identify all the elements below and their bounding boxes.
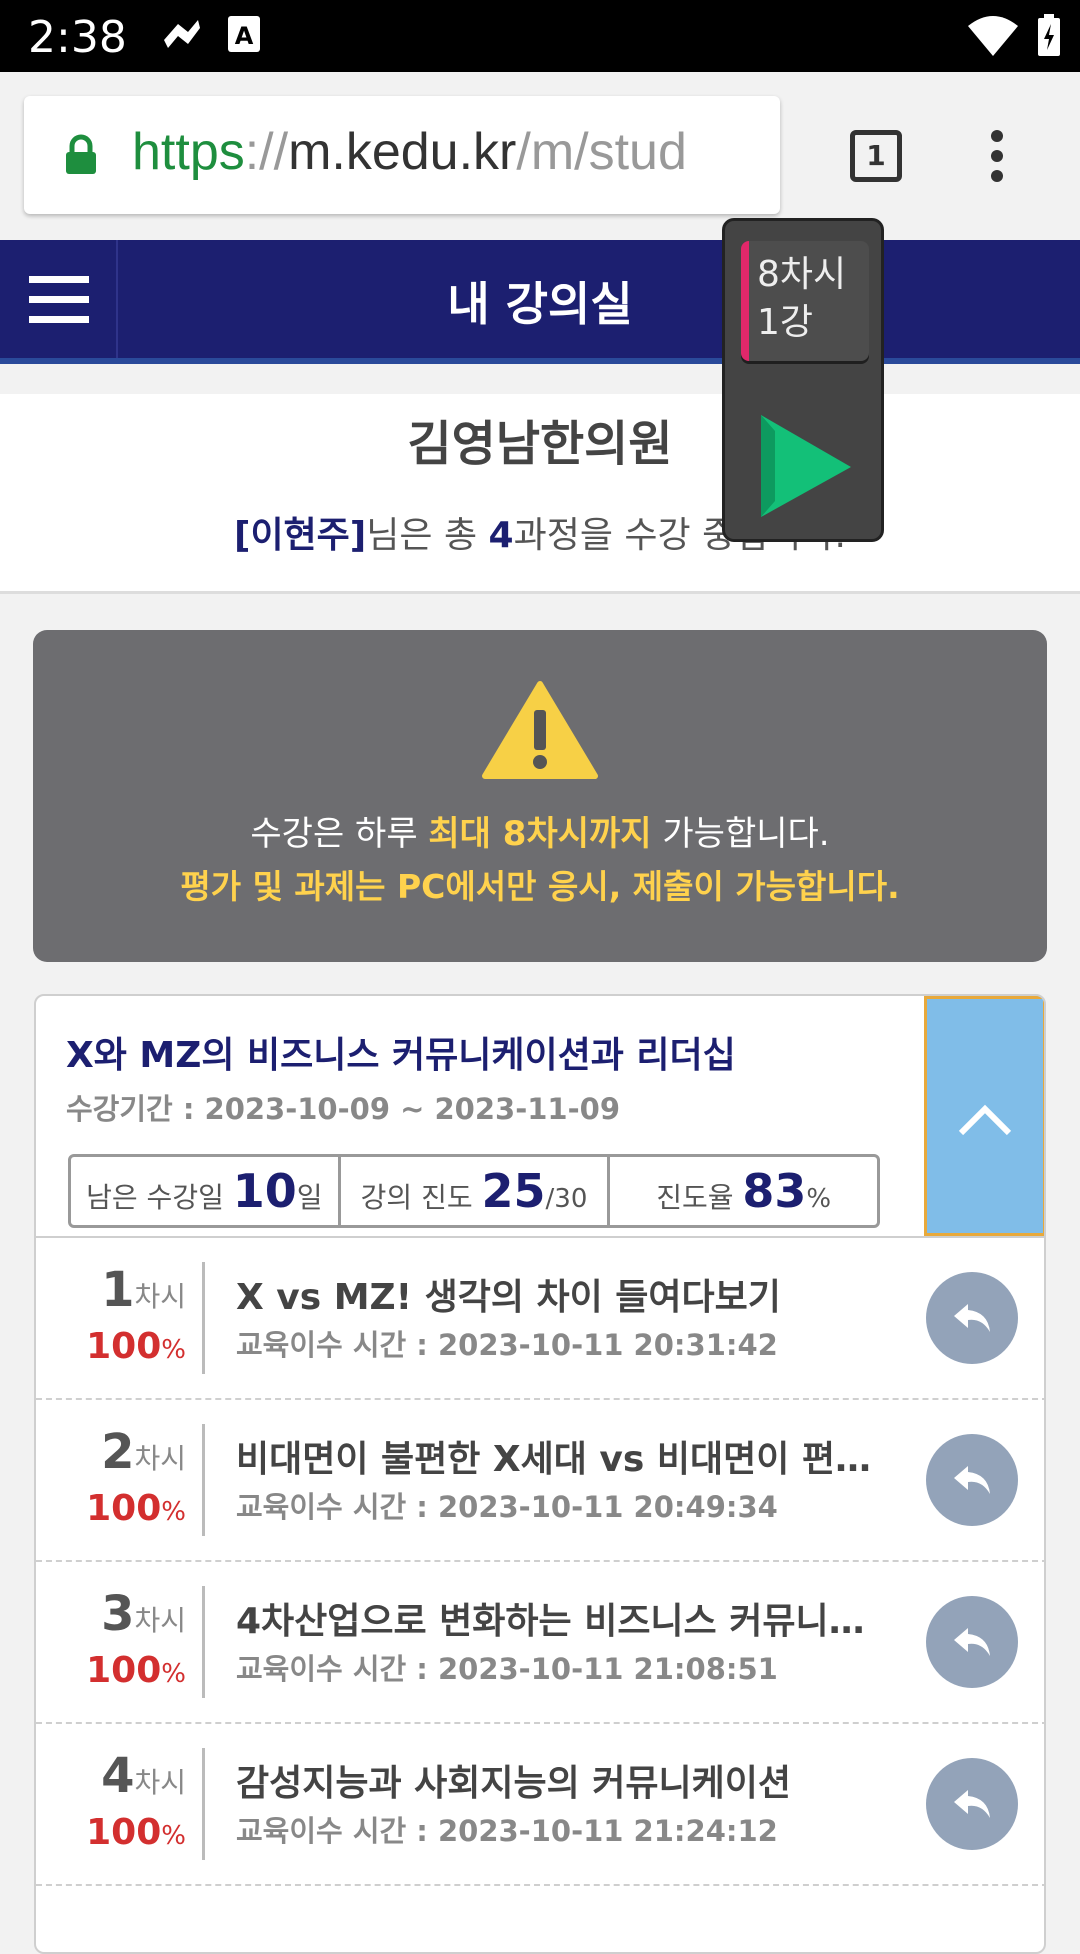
lock-icon [64,134,98,180]
course-stats: 남은 수강일 10일 강의 진도 25/30 진도율 83% [68,1154,880,1228]
notice-box: 수강은 하루 최대 8차시까지 가능합니다. 평가 및 과제는 PC에서만 응시… [33,630,1047,962]
reply-arrow-icon [954,1304,990,1332]
divider [202,1262,205,1374]
lesson-number: 2 [101,1424,135,1480]
reply-arrow-icon [954,1466,990,1494]
progress-rate: 진도율 83% [656,1164,832,1218]
course-period: 수강기간 : 2023-10-09 ~ 2023-11-09 [66,1092,620,1126]
user-info-panel: 김영남한의원 [이현주]님은 총 4과정을 수강 중입니다. [0,394,1080,594]
organization-name: 김영남한의원 [407,416,673,472]
collapse-button[interactable] [924,996,1044,1236]
app-header: 내 강의실 [0,240,1080,364]
lesson-item[interactable]: 2차시 100% 비대면이 불편한 X세대 vs 비대면이 편한 MZ세대 교육… [36,1400,1044,1562]
enrollment-summary: [이현주]님은 총 4과정을 수강 중입니다. [233,515,846,556]
notice-line-1: 수강은 하루 최대 8차시까지 가능합니다. [250,814,830,854]
replay-button[interactable] [926,1434,1018,1526]
course-count: 4 [488,515,514,556]
lesson-percent: 100% [86,1650,186,1691]
divider [202,1424,205,1536]
lesson-title: 4차산업으로 변화하는 비즈니스 커뮤니케이션 [236,1601,876,1642]
status-time: 2:38 [28,12,127,63]
notice-line-2: 평가 및 과제는 PC에서만 응시, 제출이 가능합니다. [180,867,900,906]
reply-arrow-icon [954,1790,990,1818]
status-bar: 2:38 A [0,0,1080,72]
chevron-up-icon [958,1104,1012,1136]
lesson-time: 교육이수 시간 : 2023-10-11 20:31:42 [236,1328,778,1362]
user-name: [이현주] [233,515,367,556]
course-title[interactable]: X와 MZ의 비즈니스 커뮤니케이션과 리더십 [66,1026,736,1078]
floating-player[interactable]: 8차시 1강 [722,218,884,542]
game-controller-icon [158,14,204,62]
page-title: 내 강의실 [447,277,633,331]
lesson-time: 교육이수 시간 : 2023-10-11 20:49:34 [236,1490,778,1524]
url-bar[interactable]: https://m.kedu.kr/m/stud [24,96,780,214]
lesson-list: 1차시 100% X vs MZ! 생각의 차이 들여다보기 교육이수 시간 :… [36,1236,1044,1886]
reply-arrow-icon [954,1628,990,1656]
lesson-item[interactable]: 3차시 100% 4차산업으로 변화하는 비즈니스 커뮤니케이션 교육이수 시간… [36,1562,1044,1724]
replay-button[interactable] [926,1596,1018,1688]
lesson-title: 비대면이 불편한 X세대 vs 비대면이 편한 MZ세대 [236,1439,876,1480]
remaining-days: 남은 수강일 10일 [71,1157,341,1225]
lesson-percent: 100% [86,1812,186,1853]
play-icon[interactable] [755,411,855,525]
battery-charging-icon [1036,14,1062,62]
current-lesson-chip[interactable]: 8차시 1강 [741,241,869,361]
tab-switcher-button[interactable]: 1 [850,130,902,182]
wifi-icon [966,14,1020,62]
lesson-title: X vs MZ! 생각의 차이 들여다보기 [236,1277,781,1318]
url-text: https://m.kedu.kr/m/stud [132,123,687,181]
svg-text:A: A [235,22,254,50]
lesson-number: 4 [101,1748,135,1804]
lesson-time: 교육이수 시간 : 2023-10-11 21:24:12 [236,1814,778,1848]
lesson-number: 3 [101,1586,135,1642]
font-a-icon: A [226,14,262,58]
browser-toolbar: https://m.kedu.kr/m/stud 1 [0,72,1080,240]
divider [202,1748,205,1860]
overflow-menu-icon[interactable] [982,128,1012,188]
lesson-item[interactable]: 4차시 100% 감성지능과 사회지능의 커뮤니케이션 교육이수 시간 : 20… [36,1724,1044,1886]
replay-button[interactable] [926,1272,1018,1364]
course-card: X와 MZ의 비즈니스 커뮤니케이션과 리더십 수강기간 : 2023-10-0… [34,994,1046,1954]
lesson-time: 교육이수 시간 : 2023-10-11 21:08:51 [236,1652,778,1686]
warning-icon [481,680,599,784]
lesson-title: 감성지능과 사회지능의 커뮤니케이션 [236,1763,791,1804]
replay-button[interactable] [926,1758,1018,1850]
lesson-item[interactable]: 1차시 100% X vs MZ! 생각의 차이 들여다보기 교육이수 시간 :… [36,1238,1044,1400]
lecture-progress: 강의 진도 25/30 [341,1157,611,1225]
lesson-percent: 100% [86,1326,186,1367]
divider [202,1586,205,1698]
lesson-percent: 100% [86,1488,186,1529]
lesson-number: 1 [101,1262,135,1318]
